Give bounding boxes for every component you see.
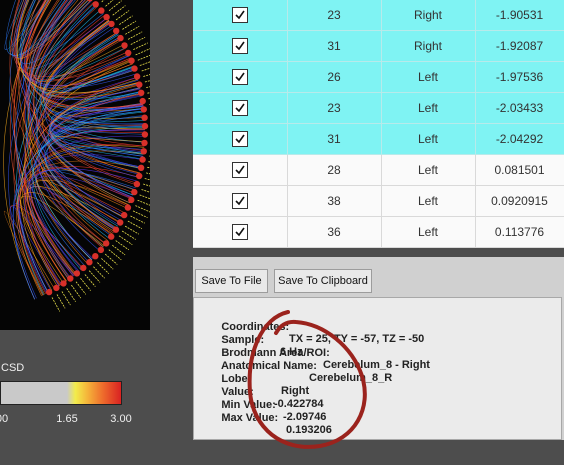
row-value: -2.03433 — [475, 92, 564, 124]
table-row[interactable]: 23 Right -1.90531 — [193, 0, 564, 31]
row-value: -1.90531 — [475, 0, 564, 31]
table-row[interactable]: 36 Left 0.113776 — [193, 216, 564, 248]
row-value: 0.0920915 — [475, 185, 564, 217]
row-side: Right — [381, 30, 476, 62]
row-checkbox[interactable] — [231, 100, 248, 116]
checkmark-icon — [235, 103, 245, 113]
row-checkbox[interactable] — [231, 162, 248, 178]
row-checkbox[interactable] — [231, 224, 248, 240]
row-checkbox[interactable] — [231, 69, 248, 85]
max-value-row: Max Value: 0.193206 — [203, 400, 332, 448]
max-value-label: Max Value: — [221, 412, 279, 424]
info-readout: Coordinates: TX = 25, TY = -57, TZ = -50… — [193, 297, 562, 440]
row-number: 31 — [287, 30, 382, 62]
checkmark-icon — [235, 165, 245, 175]
row-value: 0.113776 — [475, 216, 564, 248]
colorbar-tick-mid: 1.65 — [56, 413, 78, 425]
table-row[interactable]: 31 Right -1.92087 — [193, 30, 564, 62]
row-side: Left — [381, 216, 476, 248]
table-row[interactable]: 38 Left 0.0920915 — [193, 185, 564, 217]
colorbar-tick-min: 00 — [0, 413, 9, 425]
checkmark-icon — [235, 134, 245, 144]
checkbox-cell[interactable] — [193, 216, 288, 248]
row-value: -2.04292 — [475, 123, 564, 155]
checkmark-icon — [235, 41, 245, 51]
checkbox-cell[interactable] — [193, 154, 288, 186]
row-side: Left — [381, 123, 476, 155]
anatomical-value: Cerebelum_8_R — [309, 372, 393, 384]
save-to-clipboard-button[interactable]: Save To Clipboard — [274, 269, 372, 293]
checkbox-cell[interactable] — [193, 123, 288, 155]
row-number: 38 — [287, 185, 382, 217]
checkbox-cell[interactable] — [193, 0, 288, 31]
row-number: 31 — [287, 123, 382, 155]
row-number: 36 — [287, 216, 382, 248]
checkmark-icon — [235, 10, 245, 20]
connectogram-graph — [0, 0, 150, 330]
checkmark-icon — [235, 227, 245, 237]
checkmark-icon — [235, 196, 245, 206]
row-checkbox[interactable] — [231, 38, 248, 54]
row-checkbox[interactable] — [231, 193, 248, 209]
row-side: Left — [381, 92, 476, 124]
brodmann-value: Cerebelum_8 - Right — [323, 359, 430, 371]
row-side: Left — [381, 61, 476, 93]
lobe-value: Right — [281, 385, 310, 397]
row-value: -1.97536 — [475, 61, 564, 93]
table-row[interactable]: 28 Left 0.081501 — [193, 154, 564, 186]
checkbox-cell[interactable] — [193, 61, 288, 93]
row-number: 23 — [287, 0, 382, 31]
row-side: Right — [381, 0, 476, 31]
min-value-value: -2.09746 — [283, 411, 327, 423]
connectogram-canvas — [3, 0, 150, 312]
table-row[interactable]: 31 Left -2.04292 — [193, 123, 564, 155]
checkmark-icon — [235, 72, 245, 82]
row-side: Left — [381, 185, 476, 217]
checkbox-cell[interactable] — [193, 185, 288, 217]
value-value: -0.422784 — [274, 398, 324, 410]
row-checkbox[interactable] — [231, 131, 248, 147]
row-number: 28 — [287, 154, 382, 186]
checkbox-cell[interactable] — [193, 92, 288, 124]
colorbar-gradient — [0, 381, 122, 405]
row-value: -1.92087 — [475, 30, 564, 62]
checkbox-cell[interactable] — [193, 30, 288, 62]
results-table: 23 Right -1.90531 31 Right -1.92087 26 Left -1.9… — [193, 0, 564, 248]
row-checkbox[interactable] — [231, 7, 248, 23]
colorbar-tick-max: 3.00 — [110, 413, 132, 425]
table-row[interactable]: 26 Left -1.97536 — [193, 61, 564, 93]
row-number: 23 — [287, 92, 382, 124]
save-to-file-button[interactable]: Save To File — [195, 269, 268, 293]
row-side: Left — [381, 154, 476, 186]
row-number: 26 — [287, 61, 382, 93]
colorbar-label: CSD — [1, 362, 25, 374]
max-value-value: 0.193206 — [286, 424, 332, 436]
table-row[interactable]: 23 Left -2.03433 — [193, 92, 564, 124]
row-value: 0.081501 — [475, 154, 564, 186]
details-panel: Save To File Save To Clipboard Coordinat… — [193, 257, 564, 440]
